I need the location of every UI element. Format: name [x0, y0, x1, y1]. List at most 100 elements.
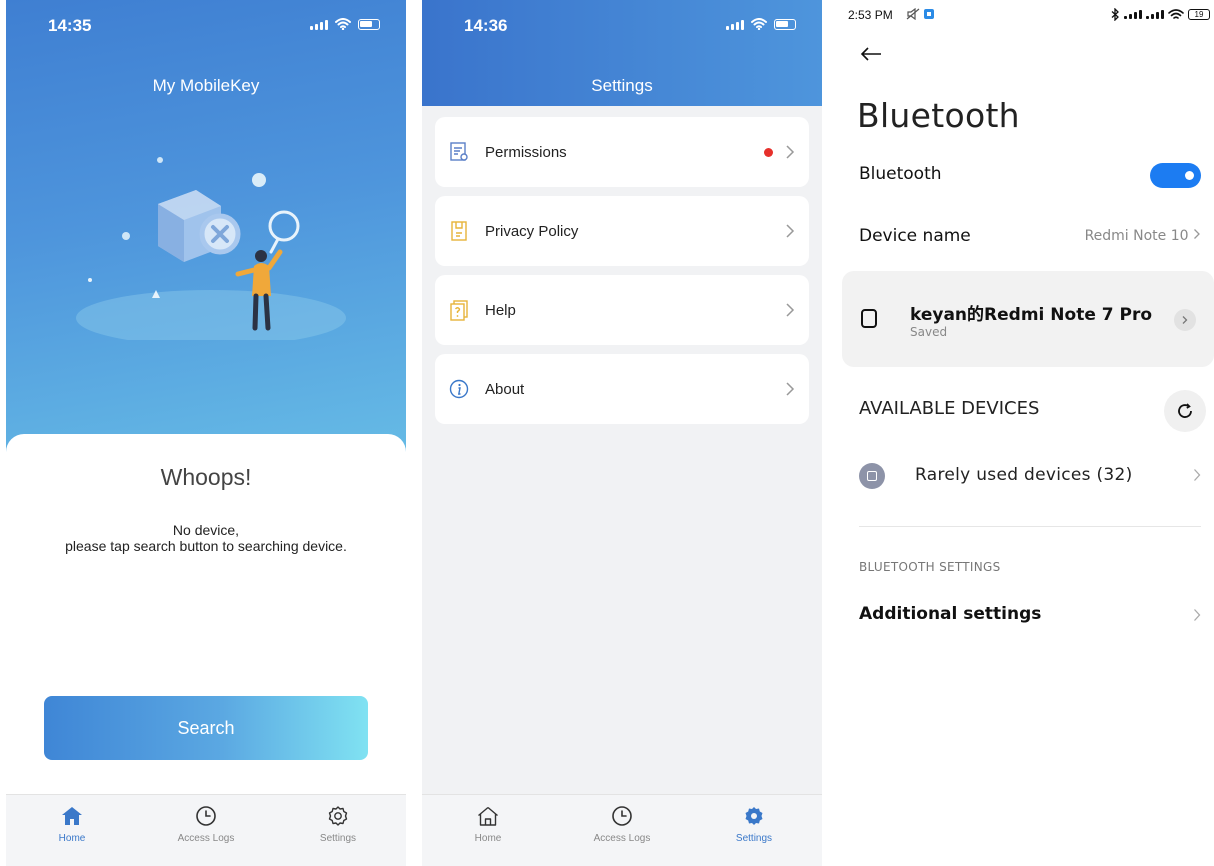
tab-access-logs-label: Access Logs — [177, 833, 235, 844]
help-icon — [450, 300, 468, 321]
settings-item-permissions[interactable]: Permissions — [435, 117, 809, 187]
tab-home[interactable]: Home — [438, 803, 538, 844]
chevron-right-icon — [1194, 609, 1201, 621]
home-icon — [62, 807, 82, 825]
saved-device-name: keyan的Redmi Note 7 Pro — [910, 305, 1153, 325]
signal-icon — [1124, 10, 1142, 19]
divider — [859, 526, 1201, 527]
settings-item-about[interactable]: About — [435, 354, 809, 424]
status-time: 2:53 PM — [848, 8, 893, 22]
search-button[interactable]: Search — [44, 696, 368, 760]
tab-access-logs[interactable]: Access Logs — [572, 803, 672, 844]
bluetooth-settings-header: BLUETOOTH SETTINGS — [859, 560, 1001, 574]
tab-access-logs-label: Access Logs — [593, 833, 651, 844]
bluetooth-status-icon — [1111, 8, 1119, 21]
settings-screen: 14:36 Settings Permissions Privacy Polic… — [422, 0, 822, 866]
chevron-right-icon — [786, 145, 795, 159]
notification-icons — [906, 7, 935, 23]
battery-icon — [358, 19, 380, 30]
chevron-right-icon — [1182, 316, 1188, 324]
phone-icon — [861, 309, 877, 328]
chevron-right-icon — [1194, 469, 1201, 481]
battery-icon — [774, 19, 796, 30]
status-time: 14:35 — [48, 16, 92, 35]
chevron-right-icon — [786, 303, 795, 317]
chevron-right-icon — [786, 224, 795, 238]
permissions-icon — [450, 142, 468, 161]
device-details-button[interactable] — [1174, 309, 1196, 331]
tab-home-label: Home — [58, 833, 86, 844]
tab-settings[interactable]: Settings — [704, 803, 804, 844]
refresh-icon — [1178, 403, 1192, 418]
device-group-icon — [859, 463, 885, 489]
settings-header: 14:36 Settings — [422, 0, 822, 106]
bluetooth-toggle[interactable] — [1150, 163, 1201, 188]
status-bar: 2:53 PM 19 — [848, 7, 1210, 26]
about-icon — [449, 379, 469, 399]
gear-icon — [328, 806, 348, 826]
settings-item-label: Help — [485, 301, 516, 319]
status-icons — [310, 18, 380, 30]
tab-home-label: Home — [474, 833, 502, 844]
tab-settings-label: Settings — [319, 833, 357, 844]
tab-bar: Home Access Logs Settings — [422, 794, 822, 866]
page-title: Settings — [591, 76, 653, 95]
settings-item-label: About — [485, 380, 525, 398]
wifi-icon — [751, 18, 767, 30]
app-notification-icon — [924, 9, 935, 19]
settings-item-label: Permissions — [485, 143, 567, 161]
refresh-button[interactable] — [1164, 390, 1206, 432]
settings-item-help[interactable]: Help — [435, 275, 809, 345]
device-name-row[interactable]: Device name Redmi Note 10 — [859, 226, 1201, 246]
additional-settings-label: Additional settings — [859, 604, 1042, 624]
saved-device-card[interactable]: keyan的Redmi Note 7 Pro Saved — [842, 271, 1214, 367]
settings-item-privacy-policy[interactable]: Privacy Policy — [435, 196, 809, 266]
tab-access-logs[interactable]: Access Logs — [156, 803, 256, 844]
bluetooth-screen: 2:53 PM 19 Bluetooth Bluetooth Device na… — [842, 0, 1214, 866]
gear-icon — [745, 807, 763, 825]
clock-icon — [196, 806, 216, 826]
clock-icon — [612, 806, 632, 826]
device-name-label: Device name — [859, 226, 971, 246]
home-screen: 14:35 My MobileKey Whoops! No device, pl… — [6, 0, 406, 866]
tab-bar: Home Access Logs Settings — [6, 794, 406, 866]
empty-state-message-line1: No device, — [172, 522, 240, 538]
status-icons: 19 — [1111, 8, 1210, 21]
mute-icon — [906, 7, 920, 21]
tab-home[interactable]: Home — [22, 803, 122, 844]
signal-icon-sim2 — [1146, 10, 1164, 19]
device-name-value-wrap: Redmi Note 10 — [1085, 228, 1201, 244]
available-devices-header: AVAILABLE DEVICES — [859, 398, 1040, 419]
bluetooth-toggle-label: Bluetooth — [859, 164, 942, 184]
saved-device-status: Saved — [910, 325, 948, 339]
additional-settings-row[interactable]: Additional settings — [859, 604, 1201, 624]
empty-state-message: No device, please tap search button to s… — [6, 522, 406, 554]
privacy-policy-icon — [451, 221, 467, 241]
device-name-value: Redmi Note 10 — [1084, 228, 1189, 244]
battery-icon: 19 — [1188, 9, 1210, 20]
back-arrow-icon[interactable] — [860, 46, 882, 62]
tab-settings[interactable]: Settings — [288, 803, 388, 844]
home-icon — [478, 806, 498, 826]
empty-state-message-line2: please tap search button to searching de… — [65, 538, 347, 554]
signal-icon — [310, 20, 328, 30]
wifi-icon — [335, 18, 351, 30]
empty-state-heading: Whoops! — [160, 464, 252, 490]
status-icons — [726, 18, 796, 30]
page-title: Bluetooth — [857, 96, 1020, 135]
notification-dot — [764, 147, 773, 157]
tab-settings-label: Settings — [735, 833, 773, 844]
chevron-right-icon — [1194, 229, 1200, 239]
page-title: My MobileKey — [152, 76, 260, 95]
hero-banner: 14:35 My MobileKey — [6, 0, 406, 470]
status-bar: 14:35 — [6, 0, 406, 44]
bluetooth-toggle-row[interactable]: Bluetooth — [859, 163, 1201, 188]
settings-item-label: Privacy Policy — [485, 222, 579, 240]
chevron-right-icon — [786, 382, 795, 396]
rarely-used-devices-label: Rarely used devices (32) — [915, 465, 1133, 485]
status-bar: 14:36 — [422, 0, 822, 44]
wifi-icon — [1168, 8, 1184, 19]
empty-state-illustration — [76, 157, 346, 340]
status-time: 14:36 — [464, 16, 508, 35]
signal-icon — [726, 20, 744, 30]
